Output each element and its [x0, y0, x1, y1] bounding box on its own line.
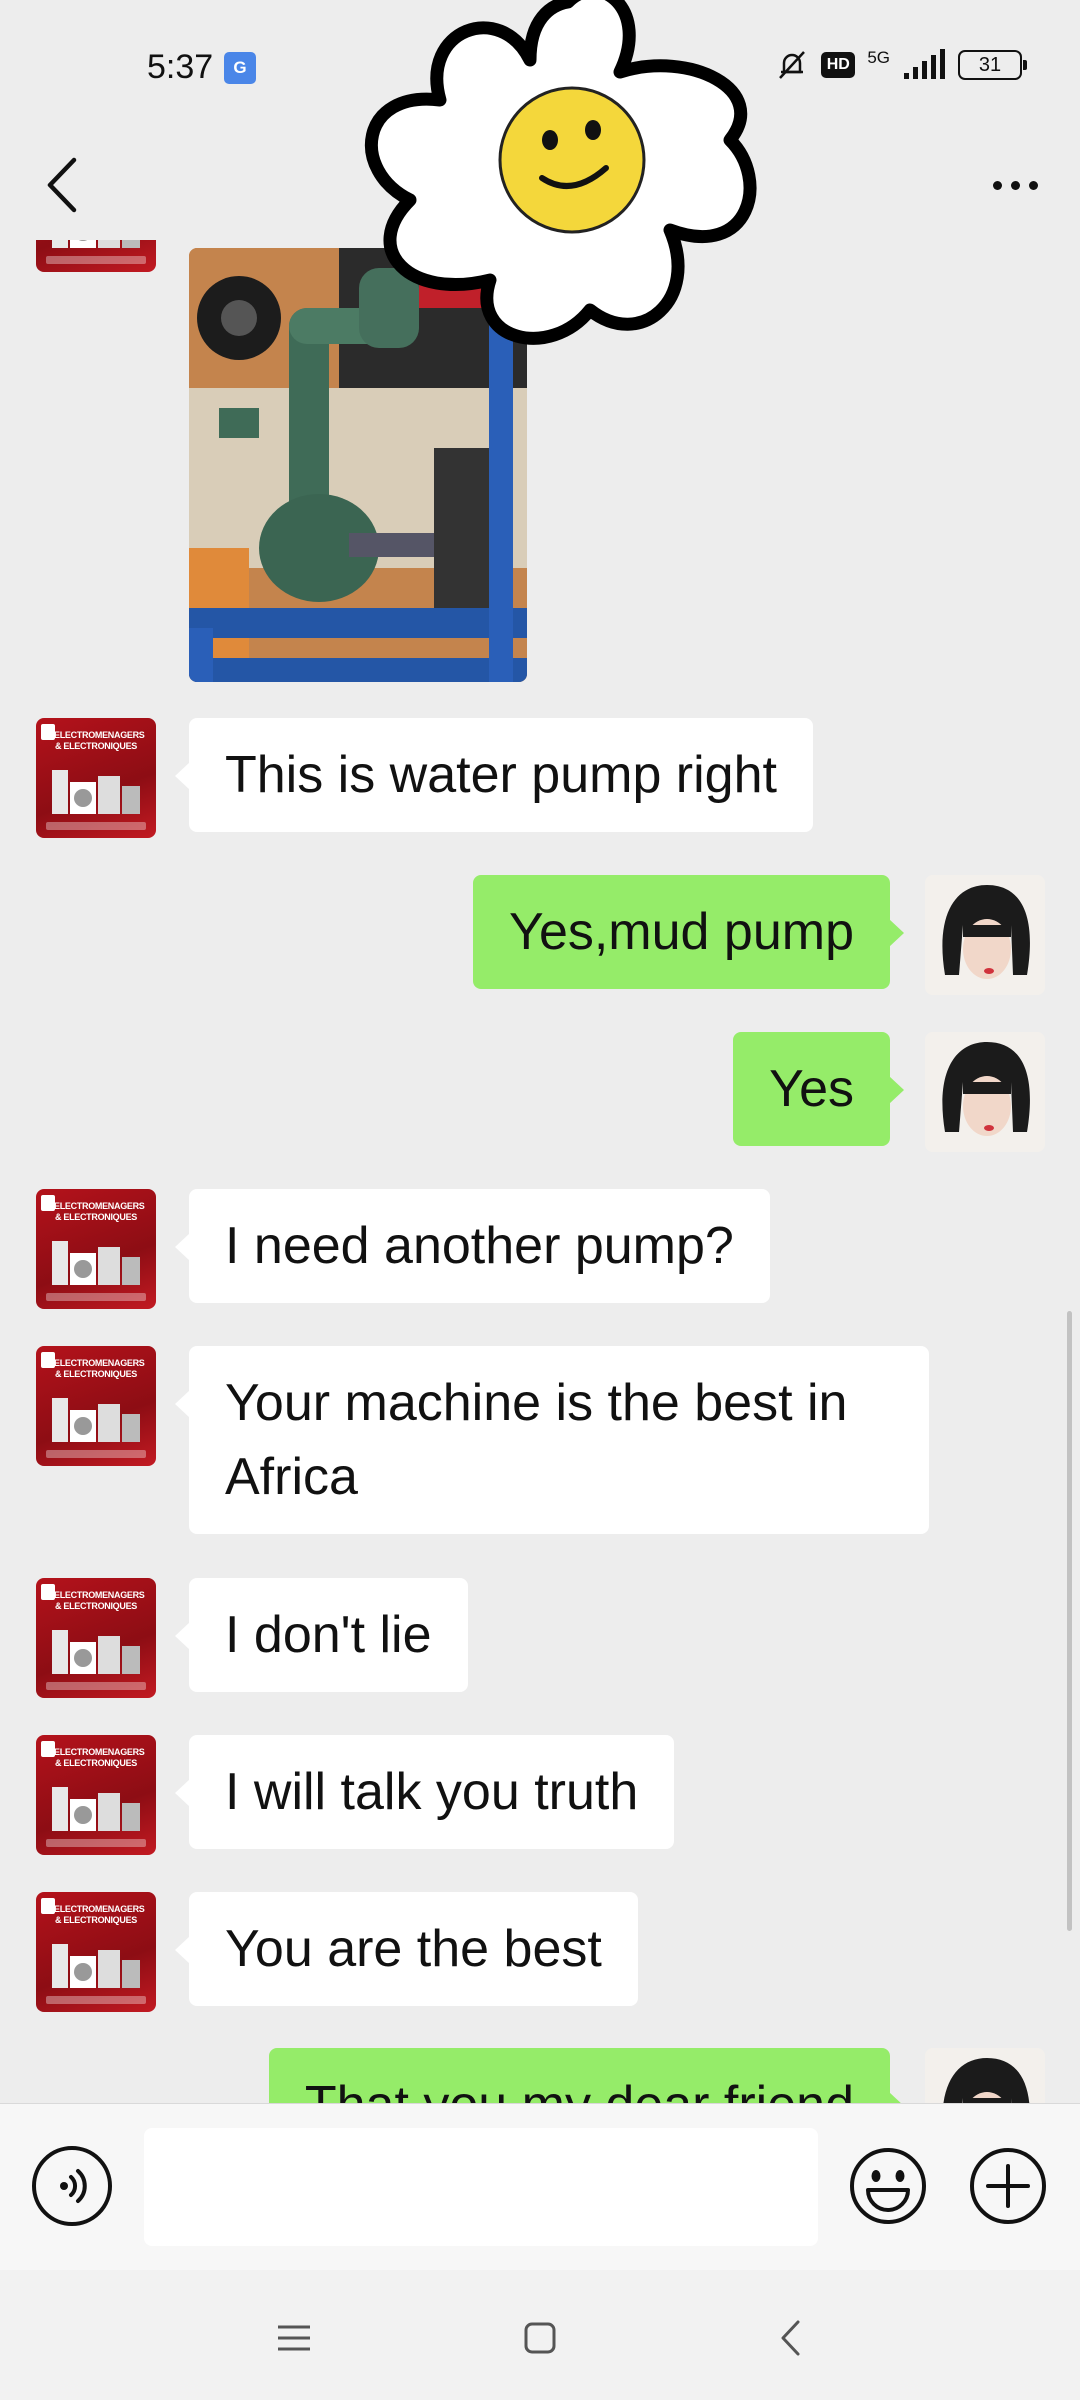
scrollbar[interactable]: [1067, 1311, 1072, 1931]
avatar-line2: & ELECTRONIQUES: [54, 1369, 137, 1379]
message-bubble-outgoing[interactable]: Yes,mud pump: [473, 875, 904, 989]
home-square-icon: [524, 2322, 556, 2354]
avatar-shop-text: ELECTROMENAGERS & ELECTRONIQUES: [54, 1590, 145, 1616]
my-avatar[interactable]: [925, 1032, 1045, 1152]
my-avatar[interactable]: [925, 875, 1045, 995]
chat-messages[interactable]: ELECTROMENAGERS & ELECTRONIQUES This is …: [0, 240, 1080, 2103]
avatar-shop-text: ELECTROMENAGERS & ELECTRONIQUES: [54, 1358, 145, 1384]
flower-sticker: [364, 0, 757, 345]
appliances-image: [52, 240, 140, 248]
message-input[interactable]: [144, 2128, 818, 2246]
contact-avatar[interactable]: ELECTROMENAGERS& ELECTRONIQUES: [36, 240, 156, 272]
system-nav-bar: [0, 2270, 1080, 2400]
avatar-line1: ELECTROMENAGERS: [54, 1201, 145, 1211]
message-bubble-incoming[interactable]: Your machine is the best in Africa: [175, 1346, 929, 1534]
appliances-image: [52, 1241, 140, 1285]
appliances-image: [52, 1630, 140, 1674]
contact-avatar[interactable]: ELECTROMENAGERS& ELECTRONIQUES: [36, 718, 156, 838]
avatar-shop-text: ELECTROMENAGERS & ELECTRONIQUES: [54, 1201, 145, 1227]
girl-portrait-image: [925, 875, 1045, 995]
avatar-badge: [41, 1195, 55, 1211]
avatar-line1: ELECTROMENAGERS: [54, 1904, 145, 1914]
contact-avatar[interactable]: ELECTROMENAGERS& ELECTRONIQUES: [36, 1735, 156, 1855]
emoji-icon[interactable]: [848, 2146, 928, 2226]
message-bubble-outgoing[interactable]: That you my dear friend: [268, 2048, 905, 2103]
back-triangle-icon: [781, 2320, 800, 2356]
avatar-line2: & ELECTRONIQUES: [54, 1915, 137, 1925]
mute-icon: [779, 51, 806, 79]
more-dot: [1010, 180, 1020, 190]
appliances-image: [52, 1944, 140, 1988]
avatar-badge: [41, 1584, 55, 1600]
signal-icon: [904, 49, 945, 79]
more-dots-icon: [992, 180, 1002, 190]
avatar-shop-text: ELECTROMENAGERS & ELECTRONIQUES: [54, 1904, 145, 1930]
avatar-line1: ELECTROMENAGERS: [54, 1358, 145, 1368]
avatar-line2: & ELECTRONIQUES: [54, 741, 137, 751]
battery-icon: 31: [958, 50, 1027, 80]
my-avatar[interactable]: [925, 2048, 1045, 2103]
appliances-image: [52, 770, 140, 814]
avatar-badge: [41, 724, 55, 740]
avatar-footer: [46, 1682, 146, 1690]
avatar-line2: & ELECTRONIQUES: [54, 1758, 137, 1768]
girl-portrait-image: [925, 2048, 1045, 2103]
avatar-badge: [41, 1352, 55, 1368]
avatar-footer: [46, 822, 146, 830]
avatar-line2: & ELECTRONIQUES: [54, 1212, 137, 1222]
girl-portrait-image: [925, 1032, 1045, 1152]
avatar-footer: [46, 1996, 146, 2004]
avatar-shop-text: ELECTROMENAGERS & ELECTRONIQUES: [54, 1747, 145, 1773]
avatar-footer: [46, 1293, 146, 1301]
avatar-line2: & ELECTRONIQUES: [54, 1601, 137, 1611]
avatar-footer: [46, 1450, 146, 1458]
avatar-badge: [41, 1741, 55, 1757]
voice-icon: [60, 2169, 87, 2203]
hd-icon: HD: [821, 52, 856, 78]
contact-avatar[interactable]: ELECTROMENAGERS& ELECTRONIQUES: [36, 1346, 156, 1466]
network-type: 5G: [867, 47, 890, 67]
status-icons: HD 5G 31: [775, 47, 1027, 82]
message-bubble-incoming[interactable]: This is water pump right: [175, 718, 813, 832]
more-button[interactable]: [980, 150, 1050, 220]
chevron-left-icon: [47, 157, 77, 213]
message-bubble-incoming[interactable]: I will talk you truth: [174, 1735, 675, 1849]
message-bubble-incoming[interactable]: I don't lie: [175, 1578, 468, 1692]
status-time: 5:37: [147, 48, 214, 86]
menu-icon: [278, 2325, 310, 2351]
message-bubble-incoming[interactable]: You are the best: [175, 1892, 638, 2006]
avatar-footer: [46, 1839, 146, 1847]
nav-menu-button[interactable]: [254, 2298, 334, 2378]
more-dot: [1028, 180, 1038, 190]
contact-avatar[interactable]: ELECTROMENAGERS& ELECTRONIQUES: [36, 1578, 156, 1698]
plus-icon[interactable]: [968, 2146, 1048, 2226]
smiley-face-icon: [498, 86, 646, 234]
avatar-line1: ELECTROMENAGERS: [54, 1590, 145, 1600]
message-bubble-incoming[interactable]: I need another pump?: [175, 1189, 770, 1303]
translate-icon: G: [224, 52, 256, 84]
avatar-badge: [41, 1898, 55, 1914]
appliances-image: [52, 1787, 140, 1831]
voice-button[interactable]: [32, 2146, 112, 2226]
message-bubble-outgoing[interactable]: Yes: [733, 1032, 904, 1146]
avatar-line1: ELECTROMENAGERS: [54, 730, 145, 740]
avatar-shop-text: ELECTROMENAGERS & ELECTRONIQUES: [54, 730, 145, 756]
back-button[interactable]: [36, 150, 86, 220]
nav-back-button[interactable]: [750, 2298, 830, 2378]
avatar-line1: ELECTROMENAGERS: [54, 1747, 145, 1757]
avatar-footer: [46, 256, 146, 264]
nav-home-button[interactable]: [500, 2298, 580, 2378]
contact-avatar[interactable]: ELECTROMENAGERS& ELECTRONIQUES: [36, 1189, 156, 1309]
appliances-image: [52, 1398, 140, 1442]
input-bar: [0, 2103, 1080, 2270]
contact-avatar[interactable]: ELECTROMENAGERS& ELECTRONIQUES: [36, 1892, 156, 2012]
